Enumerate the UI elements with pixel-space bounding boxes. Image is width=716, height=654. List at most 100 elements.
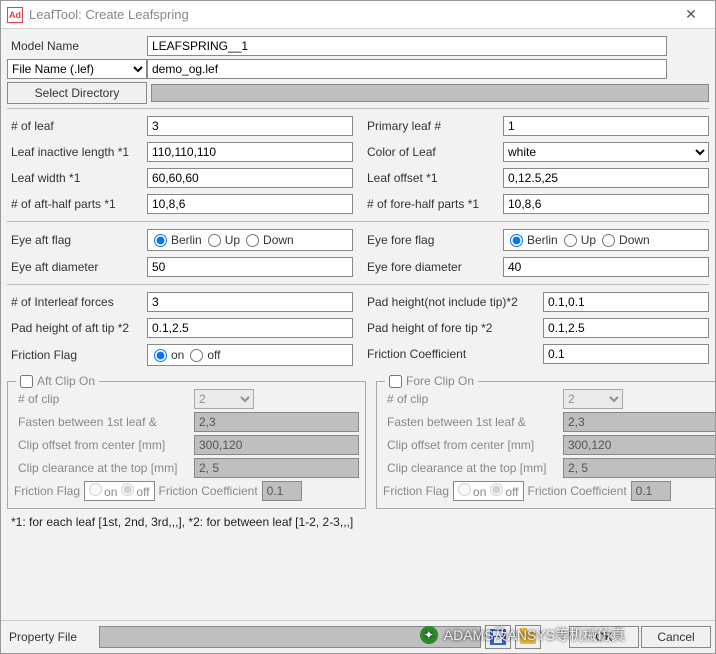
inactive-length-input[interactable] bbox=[147, 142, 353, 162]
eye-aft-down-radio[interactable] bbox=[246, 234, 259, 247]
select-directory-button[interactable]: Select Directory bbox=[7, 82, 147, 104]
leaf-width-input[interactable] bbox=[147, 168, 353, 188]
fore-clip-friction-on-radio bbox=[458, 483, 471, 496]
fore-offset-input bbox=[563, 435, 715, 455]
primary-leaf-input[interactable] bbox=[503, 116, 709, 136]
eye-aft-dia-label: Eye aft diameter bbox=[7, 260, 147, 274]
fore-num-clip-select: 2 bbox=[563, 389, 623, 409]
pad-height-input[interactable] bbox=[543, 292, 709, 312]
friction-coef-label: Friction Coefficient bbox=[363, 347, 543, 361]
fore-clip-friction-off-radio bbox=[490, 483, 503, 496]
friction-flag-radios[interactable]: on off bbox=[147, 344, 353, 366]
dialog-window: Ad LeafTool: Create Leafspring ✕ Model N… bbox=[0, 0, 716, 654]
browse-button[interactable] bbox=[515, 625, 541, 649]
save-button[interactable] bbox=[485, 625, 511, 649]
pad-aft-tip-input[interactable] bbox=[147, 318, 353, 338]
aft-clip-fieldset: Aft Clip On # of clip 2 Fasten between 1… bbox=[7, 381, 366, 509]
inactive-length-label: Leaf inactive length *1 bbox=[7, 145, 147, 159]
aft-half-parts-label: # of aft-half parts *1 bbox=[7, 197, 147, 211]
friction-coef-input[interactable] bbox=[543, 344, 709, 364]
footnote-text: *1: for each leaf [1st, 2nd, 3rd,,,], *2… bbox=[7, 509, 709, 535]
aft-num-clip-label: # of clip bbox=[14, 392, 194, 406]
fore-fasten-input bbox=[563, 412, 715, 432]
file-name-input[interactable] bbox=[147, 59, 667, 79]
close-icon[interactable]: ✕ bbox=[671, 6, 711, 23]
aft-clip-legend: Aft Clip On bbox=[37, 374, 95, 388]
aft-clearance-input bbox=[194, 458, 359, 478]
aft-fasten-input bbox=[194, 412, 359, 432]
fore-clip-checkbox[interactable] bbox=[389, 375, 402, 388]
pad-height-label: Pad height(not include tip)*2 bbox=[363, 295, 543, 309]
friction-off-radio[interactable] bbox=[190, 349, 203, 362]
eye-fore-dia-input[interactable] bbox=[503, 257, 709, 277]
eye-fore-down-radio[interactable] bbox=[602, 234, 615, 247]
fore-fasten-label: Fasten between 1st leaf & bbox=[383, 415, 563, 429]
window-title: LeafTool: Create Leafspring bbox=[29, 7, 671, 22]
cancel-button[interactable]: Cancel bbox=[641, 626, 711, 648]
model-name-label: Model Name bbox=[7, 37, 147, 55]
aft-clip-friction-coef-input bbox=[262, 481, 302, 501]
ok-button[interactable]: OK bbox=[569, 626, 639, 648]
fore-clip-friction-coef-input bbox=[631, 481, 671, 501]
dialog-content: Model Name File Name (.lef) Select Direc… bbox=[1, 29, 715, 620]
fore-clearance-label: Clip clearance at the top [mm] bbox=[383, 461, 563, 475]
fore-num-clip-label: # of clip bbox=[383, 392, 563, 406]
aft-clip-friction-coef-label: Friction Coefficient bbox=[159, 484, 258, 498]
directory-path-display bbox=[151, 84, 709, 102]
pad-aft-tip-label: Pad height of aft tip *2 bbox=[7, 321, 147, 335]
aft-clip-friction-off-radio bbox=[121, 483, 134, 496]
aft-clip-friction-on-radio bbox=[89, 483, 102, 496]
aft-half-parts-input[interactable] bbox=[147, 194, 353, 214]
aft-offset-input bbox=[194, 435, 359, 455]
eye-fore-berlin-radio[interactable] bbox=[510, 234, 523, 247]
eye-fore-flag-radios[interactable]: Berlin Up Down bbox=[503, 229, 709, 251]
eye-aft-flag-label: Eye aft flag bbox=[7, 233, 147, 247]
pad-fore-tip-input[interactable] bbox=[543, 318, 709, 338]
fore-offset-label: Clip offset from center [mm] bbox=[383, 438, 563, 452]
primary-leaf-label: Primary leaf # bbox=[363, 119, 503, 133]
friction-flag-label: Friction Flag bbox=[7, 348, 147, 362]
interleaf-forces-label: # of Interleaf forces bbox=[7, 295, 147, 309]
model-name-input[interactable] bbox=[147, 36, 667, 56]
bottom-bar: Property File OK Cancel bbox=[1, 620, 715, 653]
eye-fore-dia-label: Eye fore diameter bbox=[363, 260, 503, 274]
fore-clearance-input bbox=[563, 458, 715, 478]
fore-half-parts-input[interactable] bbox=[503, 194, 709, 214]
aft-clearance-label: Clip clearance at the top [mm] bbox=[14, 461, 194, 475]
app-logo-icon: Ad bbox=[7, 7, 23, 23]
leaf-width-label: Leaf width *1 bbox=[7, 171, 147, 185]
save-icon bbox=[490, 629, 506, 645]
folder-icon bbox=[520, 631, 536, 644]
aft-clip-checkbox[interactable] bbox=[20, 375, 33, 388]
num-leaf-label: # of leaf bbox=[7, 119, 147, 133]
fore-clip-fieldset: Fore Clip On # of clip 2 Fasten between … bbox=[376, 381, 715, 509]
aft-fasten-label: Fasten between 1st leaf & bbox=[14, 415, 194, 429]
aft-clip-friction-radios: on off bbox=[84, 481, 154, 501]
fore-clip-friction-coef-label: Friction Coefficient bbox=[528, 484, 627, 498]
aft-num-clip-select: 2 bbox=[194, 389, 254, 409]
color-leaf-select[interactable]: white bbox=[503, 142, 709, 162]
leaf-offset-input[interactable] bbox=[503, 168, 709, 188]
fore-clip-legend: Fore Clip On bbox=[406, 374, 474, 388]
friction-on-radio[interactable] bbox=[154, 349, 167, 362]
color-leaf-label: Color of Leaf bbox=[363, 145, 503, 159]
fore-clip-friction-flag-label: Friction Flag bbox=[383, 484, 449, 498]
interleaf-forces-input[interactable] bbox=[147, 292, 353, 312]
leaf-offset-label: Leaf offset *1 bbox=[363, 171, 503, 185]
eye-aft-berlin-radio[interactable] bbox=[154, 234, 167, 247]
eye-aft-dia-input[interactable] bbox=[147, 257, 353, 277]
eye-fore-up-radio[interactable] bbox=[564, 234, 577, 247]
eye-aft-flag-radios[interactable]: Berlin Up Down bbox=[147, 229, 353, 251]
fore-half-parts-label: # of fore-half parts *1 bbox=[363, 197, 503, 211]
fore-clip-friction-radios: on off bbox=[453, 481, 523, 501]
file-name-select[interactable]: File Name (.lef) bbox=[7, 59, 147, 79]
num-leaf-input[interactable] bbox=[147, 116, 353, 136]
aft-clip-friction-flag-label: Friction Flag bbox=[14, 484, 80, 498]
property-file-label: Property File bbox=[5, 630, 95, 644]
property-file-input[interactable] bbox=[99, 626, 481, 648]
aft-offset-label: Clip offset from center [mm] bbox=[14, 438, 194, 452]
eye-fore-flag-label: Eye fore flag bbox=[363, 233, 503, 247]
pad-fore-tip-label: Pad height of fore tip *2 bbox=[363, 321, 543, 335]
eye-aft-up-radio[interactable] bbox=[208, 234, 221, 247]
titlebar: Ad LeafTool: Create Leafspring ✕ bbox=[1, 1, 715, 29]
